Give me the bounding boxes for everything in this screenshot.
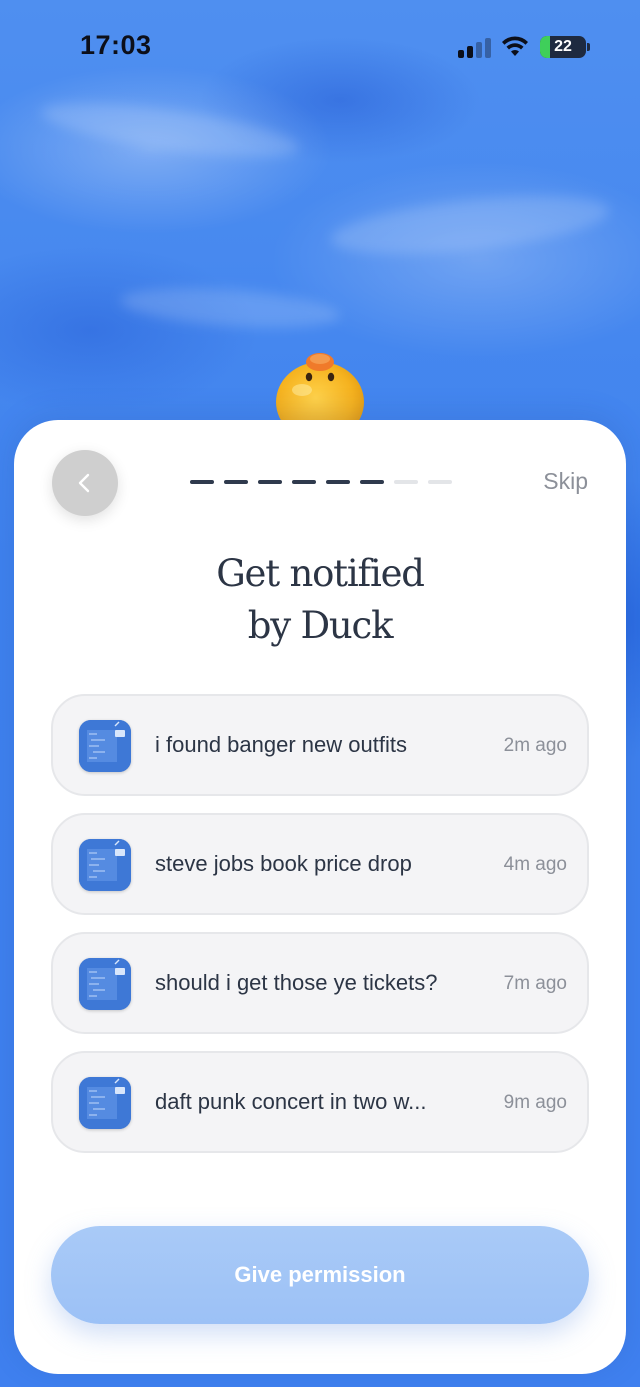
water-ripple (328, 185, 612, 265)
app-icon (79, 839, 131, 891)
cellular-signal-icon (458, 36, 492, 58)
notification-text: should i get those ye tickets? (155, 970, 438, 995)
wifi-icon (502, 36, 528, 56)
progress-step (258, 480, 282, 484)
notification-time: 9m ago (503, 1092, 567, 1113)
notification-time: 7m ago (503, 973, 567, 994)
progress-step (394, 480, 418, 484)
water-ripple (38, 92, 302, 168)
progress-step (224, 480, 248, 484)
back-button[interactable] (52, 450, 118, 516)
status-bar: 17:03 22 (0, 0, 640, 96)
title-line-1: Get notified (216, 552, 425, 595)
battery-nub (587, 43, 590, 51)
chevron-left-icon (78, 473, 90, 493)
app-icon (79, 720, 131, 772)
progress-step (326, 480, 350, 484)
page-title: Get notified by Duck (14, 548, 626, 652)
title-line-2: by Duck (247, 604, 394, 647)
progress-step (360, 480, 384, 484)
permission-card: Skip Get notified by Duck i found banger… (14, 420, 626, 1374)
app-icon (79, 958, 131, 1010)
notification-text: steve jobs book price drop (155, 851, 412, 876)
progress-step (190, 480, 214, 484)
duck-mascot-icon (276, 353, 364, 430)
onboarding-progress (190, 480, 452, 484)
battery-icon: 22 (540, 36, 586, 58)
app-icon (79, 1077, 131, 1129)
status-time: 17:03 (80, 30, 152, 60)
skip-button[interactable]: Skip (543, 468, 588, 495)
notification-text: daft punk concert in two w... (155, 1089, 427, 1114)
water-ripple (119, 282, 341, 334)
notification-time: 4m ago (503, 854, 567, 875)
progress-step (428, 480, 452, 484)
give-permission-button[interactable]: Give permission (51, 1226, 589, 1324)
notification-item: should i get those ye tickets? 7m ago (51, 932, 589, 1034)
battery-level: 22 (554, 38, 572, 55)
notification-text: i found banger new outfits (155, 732, 407, 757)
notification-item: steve jobs book price drop 4m ago (51, 813, 589, 915)
notification-item: daft punk concert in two w... 9m ago (51, 1051, 589, 1153)
notification-time: 2m ago (503, 735, 567, 756)
notification-preview-list: i found banger new outfits 2m ago steve … (51, 694, 589, 1170)
progress-step (292, 480, 316, 484)
notification-item: i found banger new outfits 2m ago (51, 694, 589, 796)
